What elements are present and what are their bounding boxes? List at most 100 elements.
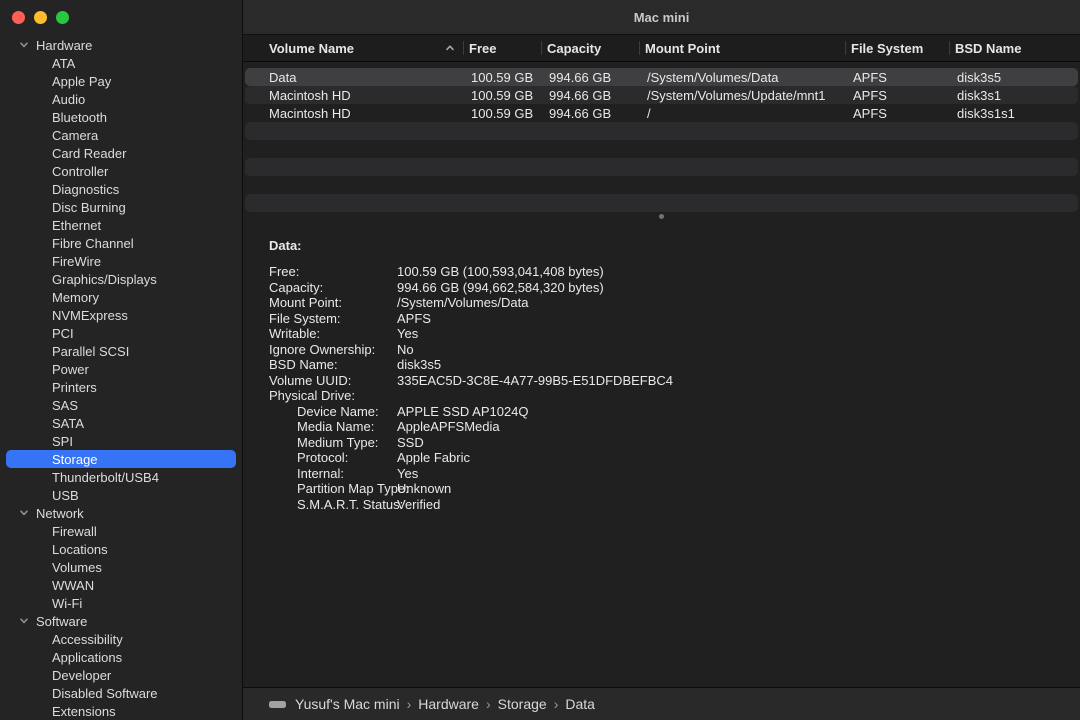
sidebar-item[interactable]: WWAN xyxy=(6,576,236,594)
sidebar-item-label: Locations xyxy=(52,542,108,557)
sidebar-item[interactable]: Disabled Software xyxy=(6,684,236,702)
sidebar-item[interactable]: ATA xyxy=(6,54,236,72)
column-header[interactable]: Free xyxy=(463,35,541,61)
chevron-down-icon[interactable] xyxy=(18,508,30,518)
detail-field: Partition Map Type: Unknown xyxy=(269,481,1060,497)
sidebar-item[interactable]: SAS xyxy=(6,396,236,414)
breadcrumb-separator-icon: › xyxy=(547,696,566,712)
sidebar-item[interactable]: Parallel SCSI xyxy=(6,342,236,360)
sidebar-item-label: Hardware xyxy=(36,38,92,53)
volume-name-cell: Macintosh HD xyxy=(245,88,465,103)
sidebar-item[interactable]: Firewall xyxy=(6,522,236,540)
zoom-window-button[interactable] xyxy=(56,11,69,24)
volume-table-header: Volume Name Free Capacity xyxy=(243,35,1080,62)
sidebar-item[interactable]: PCI xyxy=(6,324,236,342)
chevron-down-icon[interactable] xyxy=(18,40,30,50)
detail-field-label: Free: xyxy=(269,264,397,280)
volume-row[interactable]: Macintosh HD 100.59 GB 994.66 GB / APFS … xyxy=(245,104,1078,122)
sidebar-item[interactable]: Power xyxy=(6,360,236,378)
sidebar-item-label: Memory xyxy=(52,290,99,305)
sidebar-item[interactable]: SPI xyxy=(6,432,236,450)
breadcrumb-item[interactable]: Hardware xyxy=(418,696,479,712)
sidebar-item[interactable]: NVMExpress xyxy=(6,306,236,324)
column-header[interactable]: Capacity xyxy=(541,35,639,61)
column-header[interactable]: Mount Point xyxy=(639,35,845,61)
sidebar-item[interactable]: Applications xyxy=(6,648,236,666)
detail-field-label: Mount Point: xyxy=(269,295,397,311)
free-cell: 100.59 GB xyxy=(465,70,543,85)
sidebar-item[interactable]: USB xyxy=(6,486,236,504)
sidebar-item-label: Software xyxy=(36,614,87,629)
sidebar-item[interactable]: Software xyxy=(6,612,236,630)
column-header[interactable]: BSD Name xyxy=(949,35,1080,61)
sidebar-item[interactable]: Volumes xyxy=(6,558,236,576)
capacity-cell: 994.66 GB xyxy=(543,70,641,85)
sidebar-item[interactable]: Locations xyxy=(6,540,236,558)
volume-table: Data 100.59 GB 994.66 GB /System/Volumes… xyxy=(243,62,1080,212)
close-window-button[interactable] xyxy=(12,11,25,24)
sidebar-item-label: Volumes xyxy=(52,560,102,575)
volume-row[interactable]: Data 100.59 GB 994.66 GB /System/Volumes… xyxy=(245,68,1078,86)
sidebar-item[interactable]: Hardware xyxy=(6,36,236,54)
sidebar-item[interactable]: Controller xyxy=(6,162,236,180)
chevron-down-icon[interactable] xyxy=(18,616,30,626)
sidebar-item[interactable]: Memory xyxy=(6,288,236,306)
detail-field-label: BSD Name: xyxy=(269,357,397,373)
sidebar-item[interactable]: FireWire xyxy=(6,252,236,270)
breadcrumb-item[interactable]: Yusuf's Mac mini xyxy=(295,696,400,712)
detail-field-label: Device Name: xyxy=(269,404,397,420)
sidebar-item[interactable]: Network xyxy=(6,504,236,522)
empty-row-stripe xyxy=(245,176,1078,194)
empty-row-stripe xyxy=(245,140,1078,158)
sidebar-item[interactable]: Graphics/Displays xyxy=(6,270,236,288)
sidebar-item-label: SATA xyxy=(52,416,84,431)
file-system-cell: APFS xyxy=(847,70,951,85)
sidebar-item[interactable]: Camera xyxy=(6,126,236,144)
sidebar-item[interactable]: Wi-Fi xyxy=(6,594,236,612)
sidebar-item[interactable]: Apple Pay xyxy=(6,72,236,90)
detail-field-value: SSD xyxy=(397,435,424,451)
column-header-label: Free xyxy=(469,41,496,56)
sidebar-item[interactable]: Printers xyxy=(6,378,236,396)
sidebar-item[interactable]: Diagnostics xyxy=(6,180,236,198)
breadcrumb-item[interactable]: Storage xyxy=(498,696,547,712)
window-title-bar[interactable]: Mac mini xyxy=(243,0,1080,35)
bsd-name-cell: disk3s1s1 xyxy=(951,106,1078,121)
sidebar-item-label: Power xyxy=(52,362,89,377)
detail-field: Capacity: 994.66 GB (994,662,584,320 byt… xyxy=(269,280,1060,296)
sidebar-item[interactable]: Thunderbolt/USB4 xyxy=(6,468,236,486)
detail-fields: Free: 100.59 GB (100,593,041,408 bytes) … xyxy=(269,264,1060,512)
detail-field-value: 994.66 GB (994,662,584,320 bytes) xyxy=(397,280,604,296)
column-header[interactable]: File System xyxy=(845,35,949,61)
sidebar-item[interactable]: Card Reader xyxy=(6,144,236,162)
detail-field-value: Yes xyxy=(397,466,418,482)
sidebar-item[interactable]: Disc Burning xyxy=(6,198,236,216)
sidebar-item[interactable]: Ethernet xyxy=(6,216,236,234)
detail-field: S.M.A.R.T. Status: Verified xyxy=(269,497,1060,513)
sidebar-item-label: Storage xyxy=(52,452,98,467)
path-bar: Yusuf's Mac mini › Hardware › Storage › xyxy=(243,687,1080,720)
detail-title: Data: xyxy=(269,238,1060,253)
minimize-window-button[interactable] xyxy=(34,11,47,24)
pane-splitter[interactable] xyxy=(243,212,1080,220)
file-system-cell: APFS xyxy=(847,88,951,103)
detail-field-label: Volume UUID: xyxy=(269,373,397,389)
sidebar-item[interactable]: Storage xyxy=(6,450,236,468)
sidebar-item[interactable]: Fibre Channel xyxy=(6,234,236,252)
empty-rows xyxy=(243,122,1080,212)
sidebar-item[interactable]: Developer xyxy=(6,666,236,684)
column-header[interactable]: Volume Name xyxy=(243,35,463,61)
detail-field-value: 100.59 GB (100,593,041,408 bytes) xyxy=(397,264,604,280)
sidebar-item[interactable]: Audio xyxy=(6,90,236,108)
sidebar-item-label: Disc Burning xyxy=(52,200,126,215)
volume-row[interactable]: Macintosh HD 100.59 GB 994.66 GB /System… xyxy=(245,86,1078,104)
sidebar-item[interactable]: SATA xyxy=(6,414,236,432)
detail-field-value: /System/Volumes/Data xyxy=(397,295,529,311)
sidebar-item-label: ATA xyxy=(52,56,75,71)
volume-name-cell: Data xyxy=(245,70,465,85)
sidebar-item[interactable]: Accessibility xyxy=(6,630,236,648)
sidebar-item[interactable]: Extensions xyxy=(6,702,236,720)
sidebar-item[interactable]: Bluetooth xyxy=(6,108,236,126)
breadcrumb-item[interactable]: Data xyxy=(565,696,595,712)
sidebar-item-label: Diagnostics xyxy=(52,182,119,197)
